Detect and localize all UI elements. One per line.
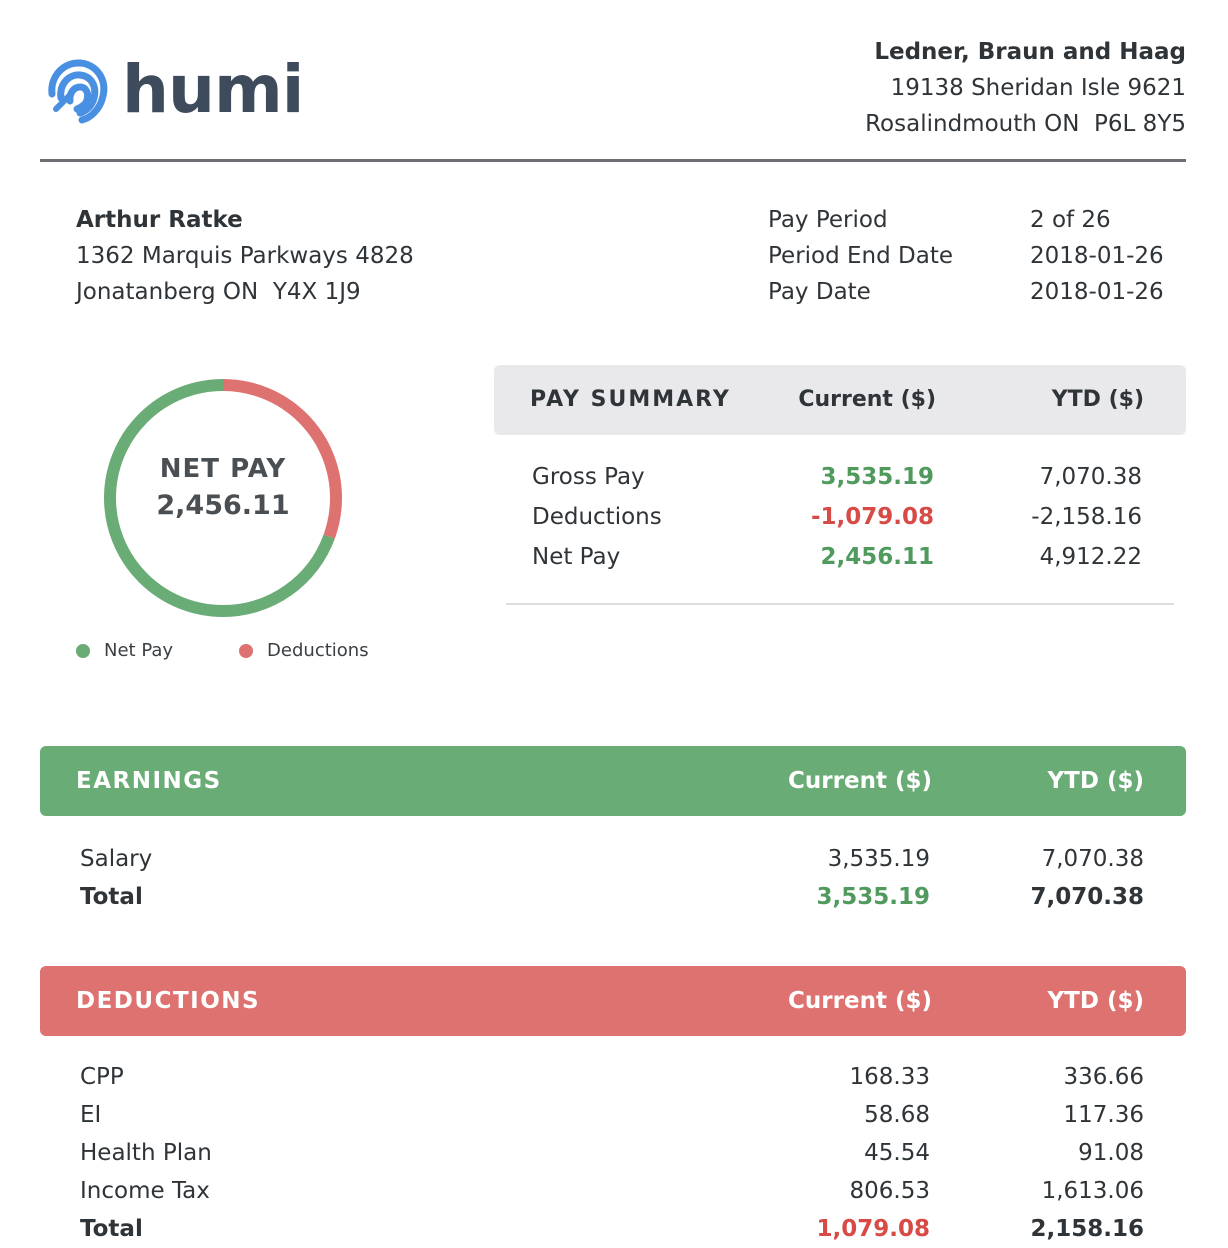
- earnings-header: EARNINGS Current ($) YTD ($): [40, 746, 1186, 816]
- earnings-row-salary: Salary 3,535.19 7,070.38: [40, 840, 1186, 878]
- earnings-total-ytd: 7,070.38: [1030, 884, 1145, 910]
- summary-row-label: Deductions: [532, 504, 662, 530]
- deductions-row-ytd: 1,613.06: [1041, 1178, 1144, 1204]
- pay-summary-title: PAY SUMMARY: [530, 387, 731, 412]
- deductions-row-current: 168.33: [849, 1064, 930, 1090]
- legend-item-deductions: Deductions: [239, 640, 369, 661]
- legend-label-net-pay: Net Pay: [104, 640, 174, 661]
- summary-row-current: -1,079.08: [810, 504, 934, 530]
- humi-logo-icon: [48, 59, 108, 124]
- earnings-rows: Salary 3,535.19 7,070.38 Total 3,535.19 …: [40, 840, 1186, 916]
- deductions-row-current: 58.68: [864, 1102, 930, 1128]
- deductions-total-row: Total 1,079.08 2,158.16: [40, 1210, 1186, 1248]
- donut-center: NET PAY 2,456.11: [100, 452, 346, 526]
- pay-summary-header: PAY SUMMARY Current ($) YTD ($): [494, 365, 1186, 435]
- employee-block: Arthur Ratke 1362 Marquis Parkways 4828 …: [76, 202, 414, 310]
- header-divider: [40, 159, 1186, 162]
- deductions-row-ei: EI 58.68 117.36: [40, 1096, 1186, 1134]
- deductions-current-header: Current ($): [788, 988, 932, 1014]
- period-end-date-value: 2018-01-26: [1030, 243, 1164, 269]
- earnings-ytd-header: YTD ($): [1047, 768, 1144, 794]
- deductions-row-ytd: 336.66: [1063, 1064, 1144, 1090]
- summary-row-current: 2,456.11: [820, 544, 935, 570]
- donut-label: NET PAY: [159, 454, 287, 484]
- deductions-total-ytd: 2,158.16: [1030, 1216, 1145, 1242]
- brand-name: humi: [122, 51, 304, 128]
- deductions-row-current: 806.53: [849, 1178, 930, 1204]
- deductions-row-income-tax: Income Tax 806.53 1,613.06: [40, 1172, 1186, 1210]
- deductions-rows: CPP 168.33 336.66 EI 58.68 117.36 Health…: [40, 1058, 1186, 1248]
- employee-address-line2: Jonatanberg ON Y4X 1J9: [76, 279, 361, 305]
- earnings-row-label: Salary: [80, 846, 153, 872]
- company-name: Ledner, Braun and Haag: [874, 39, 1186, 65]
- deductions-title: DEDUCTIONS: [76, 988, 261, 1014]
- pay-date-value: 2018-01-26: [1030, 279, 1164, 305]
- deductions-row-ytd: 91.08: [1078, 1140, 1144, 1166]
- legend-dot-deductions: [239, 643, 254, 658]
- deductions-header: DEDUCTIONS Current ($) YTD ($): [40, 966, 1186, 1036]
- summary-row-current: 3,535.19: [820, 464, 935, 490]
- donut-legend: Net Pay Deductions: [76, 640, 369, 661]
- deductions-row-current: 45.54: [864, 1140, 930, 1166]
- deductions-row-health-plan: Health Plan 45.54 91.08: [40, 1134, 1186, 1172]
- deductions-row-label: CPP: [80, 1064, 124, 1090]
- summary-row-net-pay: Net Pay 2,456.11 4,912.22: [494, 537, 1186, 577]
- employee-name: Arthur Ratke: [76, 207, 243, 233]
- earnings-total-current: 3,535.19: [816, 884, 931, 910]
- deductions-row-label: Health Plan: [80, 1140, 212, 1166]
- pay-period-values: 2 of 26 2018-01-26 2018-01-26: [1030, 202, 1164, 310]
- deductions-row-cpp: CPP 168.33 336.66: [40, 1058, 1186, 1096]
- earnings-total-label: Total: [80, 884, 143, 910]
- pay-summary-ytd-header: YTD ($): [1051, 387, 1144, 412]
- legend-item-net-pay: Net Pay: [76, 640, 173, 661]
- employee-address-line1: 1362 Marquis Parkways 4828: [76, 243, 414, 269]
- company-block: Ledner, Braun and Haag 19138 Sheridan Is…: [865, 34, 1186, 142]
- legend-label-deductions: Deductions: [267, 640, 369, 661]
- summary-row-ytd: 4,912.22: [1039, 544, 1142, 570]
- summary-row-ytd: 7,070.38: [1039, 464, 1142, 490]
- company-address-line2: Rosalindmouth ON P6L 8Y5: [865, 111, 1186, 137]
- pay-summary-current-header: Current ($): [798, 387, 936, 412]
- company-address-line1: 19138 Sheridan Isle 9621: [890, 75, 1186, 101]
- pay-summary-divider: [506, 603, 1174, 605]
- legend-dot-net-pay: [76, 643, 90, 658]
- pay-period-value: 2 of 26: [1030, 207, 1111, 233]
- donut-value: 2,456.11: [156, 490, 290, 521]
- deductions-row-label: EI: [80, 1102, 102, 1128]
- summary-row-ytd: -2,158.16: [1031, 504, 1142, 530]
- earnings-total-row: Total 3,535.19 7,070.38: [40, 878, 1186, 916]
- pay-date-label: Pay Date: [768, 279, 871, 305]
- earnings-current-header: Current ($): [788, 768, 932, 794]
- deductions-total-label: Total: [80, 1216, 143, 1242]
- earnings-title: EARNINGS: [76, 768, 222, 794]
- earnings-row-current: 3,535.19: [827, 846, 930, 872]
- deductions-total-current: 1,079.08: [816, 1216, 931, 1242]
- period-end-date-label: Period End Date: [768, 243, 954, 269]
- pay-period-labels: Pay Period Period End Date Pay Date: [768, 202, 953, 310]
- pay-summary-rows: Gross Pay 3,535.19 7,070.38 Deductions -…: [494, 457, 1186, 577]
- humi-logo: humi: [40, 50, 304, 130]
- summary-row-deductions: Deductions -1,079.08 -2,158.16: [494, 497, 1186, 537]
- deductions-row-ytd: 117.36: [1063, 1102, 1144, 1128]
- summary-row-label: Net Pay: [532, 544, 621, 570]
- deductions-row-label: Income Tax: [80, 1178, 210, 1204]
- deductions-ytd-header: YTD ($): [1047, 988, 1144, 1014]
- earnings-row-ytd: 7,070.38: [1041, 846, 1144, 872]
- summary-row-label: Gross Pay: [532, 464, 645, 490]
- summary-row-gross-pay: Gross Pay 3,535.19 7,070.38: [494, 457, 1186, 497]
- pay-period-label: Pay Period: [768, 207, 888, 233]
